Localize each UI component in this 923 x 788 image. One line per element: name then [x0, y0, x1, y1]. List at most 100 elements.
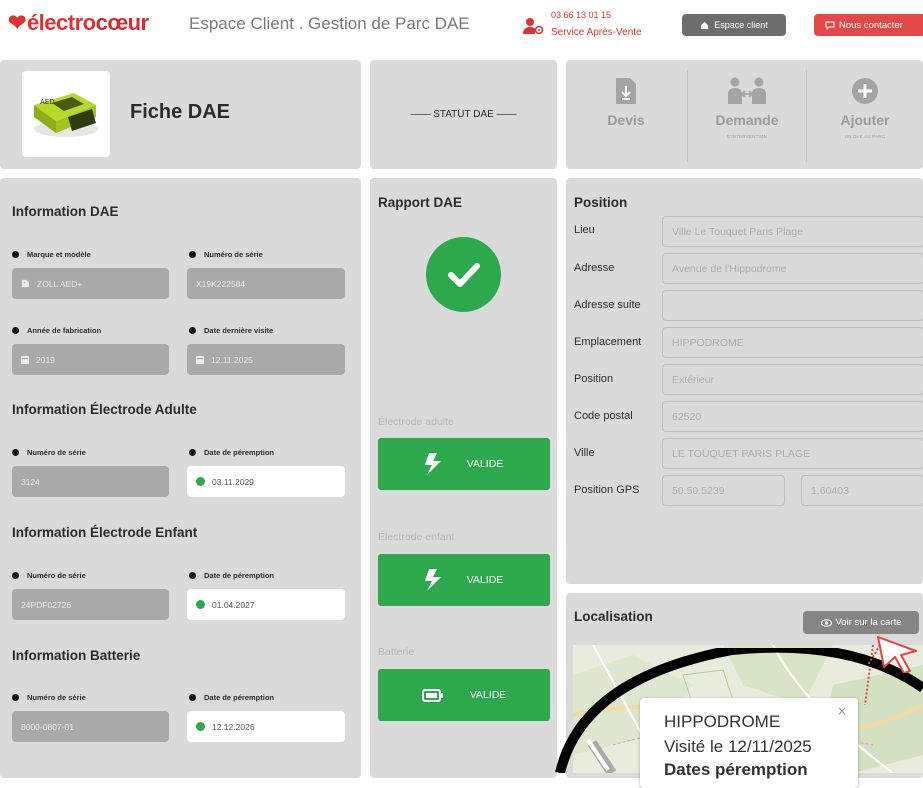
position-title: Position — [574, 195, 628, 210]
valid-status-dot-icon — [196, 600, 205, 609]
adulte-peremption-label: Date de péremption — [189, 448, 274, 457]
top-header: ❤électrocœur Espace Client . Gestion de … — [0, 0, 923, 52]
logo-text-1: électro — [26, 10, 96, 35]
aed-device-image: AED — [22, 71, 110, 157]
marque-label: Marque et modèle — [12, 250, 91, 259]
plus-circle-icon — [852, 78, 878, 104]
ville-label: Ville — [574, 447, 595, 459]
support-caption: Service Après-Vente — [551, 27, 642, 38]
enfant-peremption-field[interactable]: 01.04.2027 — [187, 589, 345, 620]
position-type-input[interactable]: Extérieur — [662, 364, 923, 395]
rapport-electrode-adulte-label: Électrode adulte — [378, 416, 454, 428]
ajouter-label: Ajouter — [840, 112, 890, 128]
marque-field[interactable]: ZOLL AED+ — [12, 268, 169, 299]
visite-label: Date dernière visite — [189, 326, 273, 335]
electrode-adulte-status-text: VALIDE — [466, 458, 504, 470]
enfant-peremption-label: Date de péremption — [189, 571, 274, 580]
electrode-enfant-title: Information Électrode Enfant — [12, 525, 198, 540]
serie-dae-value: X19K222584 — [196, 278, 246, 289]
rapport-electrode-enfant-label: Électrode enfant — [378, 531, 455, 543]
serie-dae-field[interactable]: X19K222584 — [187, 268, 345, 299]
valid-status-dot-icon — [196, 477, 205, 486]
visite-field[interactable]: 12.11.2025 — [187, 344, 345, 375]
support-user-icon — [523, 18, 544, 35]
adresse-suite-label: Adresse suite — [574, 299, 641, 311]
popup-title: HIPPODROME — [664, 712, 781, 731]
batterie-serie-value: 8000-0807-01 — [21, 721, 74, 732]
contact-label: Nous contacter — [839, 19, 903, 31]
adresse-input[interactable]: Avenue de l'Hippodrome — [662, 253, 923, 284]
lieu-label: Lieu — [574, 224, 595, 236]
enfant-serie-field[interactable]: 24PDF02726 — [12, 589, 169, 620]
espace-client-button[interactable]: Espace client — [682, 14, 786, 36]
rapport-batterie-label: Batterie — [378, 646, 415, 658]
statut-label: —— STATUT DAE —— — [410, 109, 517, 120]
calendar-icon — [196, 356, 204, 364]
adulte-serie-field[interactable]: 3124 — [12, 466, 169, 497]
tag-icon — [21, 279, 30, 288]
bolt-icon — [424, 453, 441, 475]
adresse-suite-input[interactable] — [662, 290, 923, 321]
serie-dae-label: Numéro de série — [189, 250, 263, 259]
ajouter-sublabel: UN DAE AU PARC — [844, 134, 886, 139]
battery-icon — [421, 688, 443, 702]
popup-close-icon[interactable]: × — [837, 704, 847, 718]
electrode-adulte-title: Information Électrode Adulte — [12, 402, 197, 417]
info-dae-title: Information DAE — [12, 204, 119, 219]
rapport-title: Rapport DAE — [378, 195, 462, 210]
batterie-status-text: VALIDE — [469, 689, 507, 701]
emplacement-label: Emplacement — [574, 336, 642, 348]
gps-longitude-input[interactable]: 1.60403 — [801, 475, 923, 506]
enfant-serie-value: 24PDF02726 — [21, 599, 72, 610]
adulte-peremption-value: 03.11.2029 — [212, 476, 254, 487]
heart-icon: ❤ — [8, 10, 26, 35]
code-postal-label: Code postal — [574, 410, 633, 422]
logo-text-2: cœur — [95, 10, 150, 35]
adulte-peremption-field[interactable]: 03.11.2029 — [187, 466, 345, 497]
contact-button[interactable]: Nous contacter — [814, 14, 923, 36]
demande-label: Demande — [715, 112, 779, 128]
annee-field[interactable]: 2019 — [12, 344, 169, 375]
visite-value: 12.11.2025 — [211, 354, 253, 365]
demande-sublabel: D'INTERVENTION — [726, 134, 768, 139]
annee-value: 2019 — [36, 354, 55, 365]
fiche-title: Fiche DAE — [130, 101, 231, 123]
electrode-enfant-status: VALIDE — [378, 554, 550, 606]
lieu-input[interactable]: Ville Le Touquet Paris Plage — [662, 216, 923, 247]
position-type-label: Position — [574, 373, 614, 385]
localisation-title: Localisation — [574, 609, 653, 624]
marque-value: ZOLL AED+ — [37, 278, 83, 289]
popup-visit-date: Visité le 12/11/2025 — [664, 737, 812, 756]
annee-label: Année de fabrication — [12, 326, 101, 335]
phone-number[interactable]: 03 66 13 01 15 — [551, 10, 611, 20]
batterie-peremption-field[interactable]: 12.12.2026 — [187, 711, 345, 742]
batterie-serie-field[interactable]: 8000-0807-01 — [12, 711, 169, 742]
espace-client-label: Espace client — [714, 20, 768, 30]
electrode-enfant-status-text: VALIDE — [466, 574, 504, 586]
cursor-arrow-icon — [867, 636, 917, 673]
enfant-serie-label: Numéro de série — [12, 571, 86, 580]
ajouter-dae-button[interactable]: Ajouter UN DAE AU PARC — [807, 66, 923, 166]
technician-icon — [728, 77, 766, 104]
batterie-peremption-value: 12.12.2026 — [212, 721, 255, 732]
code-postal-input[interactable]: 62520 — [662, 401, 923, 432]
emplacement-input[interactable]: HIPPODROME — [662, 327, 923, 358]
bolt-icon — [424, 569, 441, 591]
chat-bubble-icon — [825, 21, 835, 30]
electrode-adulte-status: VALIDE — [378, 438, 550, 490]
document-download-icon — [616, 78, 636, 104]
home-icon — [701, 21, 709, 29]
devis-button[interactable]: Devis — [566, 66, 686, 166]
ville-input[interactable]: LE TOUQUET PARIS PLAGE — [662, 438, 923, 469]
aed-label: AED — [40, 98, 55, 106]
adulte-serie-value: 3124 — [21, 476, 40, 487]
demande-intervention-button[interactable]: Demande D'INTERVENTION — [688, 66, 806, 166]
eye-icon — [820, 618, 832, 627]
batterie-status: VALIDE — [378, 669, 550, 721]
electrocoeur-logo[interactable]: ❤électrocœur — [8, 10, 149, 36]
enfant-peremption-value: 01.04.2027 — [212, 599, 255, 610]
devis-label: Devis — [607, 112, 645, 128]
gps-latitude-input[interactable]: 50.50.5239 — [662, 475, 785, 506]
gps-label: Position GPS — [574, 484, 640, 496]
adresse-label: Adresse — [574, 262, 615, 274]
